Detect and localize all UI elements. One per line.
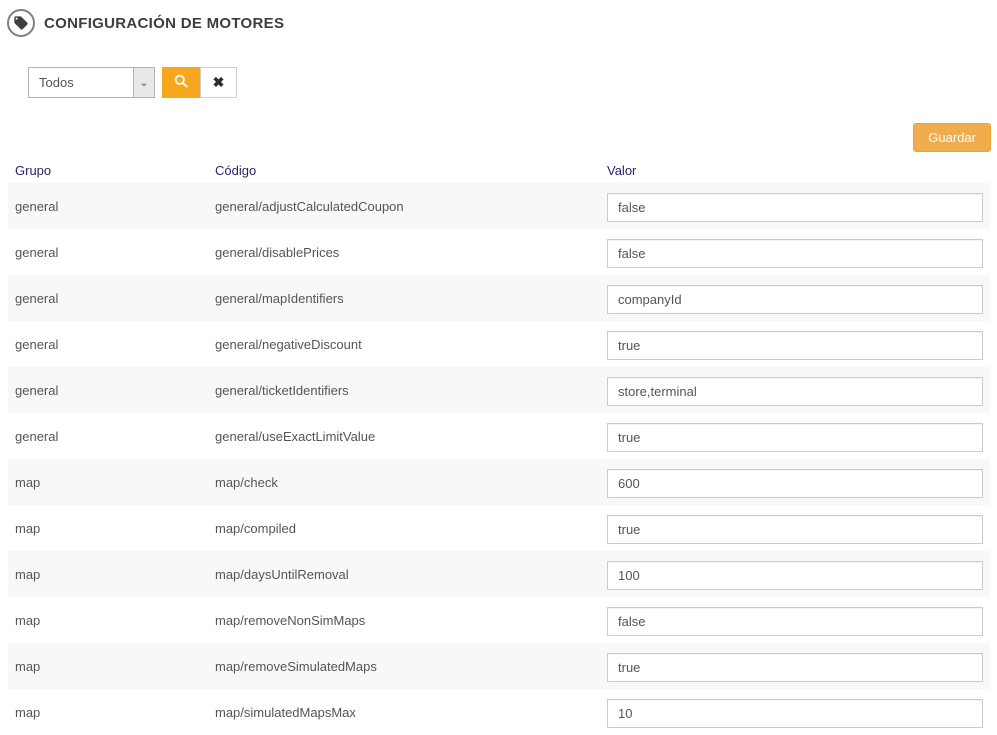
- row-group-label: map: [8, 659, 215, 674]
- column-header-valor: Valor: [607, 163, 990, 178]
- row-code-label: map/removeNonSimMaps: [215, 613, 607, 628]
- search-button[interactable]: [162, 67, 200, 98]
- row-value-cell: [607, 420, 990, 452]
- column-header-grupo: Grupo: [8, 163, 215, 178]
- row-value-cell: [607, 236, 990, 268]
- row-code-label: map/removeSimulatedMaps: [215, 659, 607, 674]
- row-group-label: general: [8, 245, 215, 260]
- value-input[interactable]: [607, 285, 983, 314]
- row-value-cell: [607, 558, 990, 590]
- row-value-cell: [607, 466, 990, 498]
- value-input[interactable]: [607, 469, 983, 498]
- table-body: general general/adjustCalculatedCoupon g…: [8, 183, 990, 735]
- filter-toolbar: Todos ⌄ ✖: [28, 67, 997, 98]
- row-value-cell: [607, 282, 990, 314]
- table-row: map map/removeNonSimMaps: [8, 597, 990, 643]
- value-input[interactable]: [607, 193, 983, 222]
- row-value-cell: [607, 604, 990, 636]
- table-row: map map/removeSimulatedMaps: [8, 643, 990, 689]
- row-group-label: general: [8, 291, 215, 306]
- table-row: map map/simulatedMapsMax: [8, 689, 990, 735]
- row-value-cell: [607, 328, 990, 360]
- row-group-label: map: [8, 705, 215, 720]
- group-filter-selected-value: Todos: [29, 68, 133, 97]
- row-group-label: general: [8, 337, 215, 352]
- table-row: general general/ticketIdentifiers: [8, 367, 990, 413]
- value-input[interactable]: [607, 607, 983, 636]
- search-icon: [173, 73, 189, 92]
- value-input[interactable]: [607, 561, 983, 590]
- row-code-label: general/mapIdentifiers: [215, 291, 607, 306]
- row-code-label: map/daysUntilRemoval: [215, 567, 607, 582]
- tag-icon: [7, 9, 35, 37]
- row-code-label: general/ticketIdentifiers: [215, 383, 607, 398]
- row-value-cell: [607, 696, 990, 728]
- value-input[interactable]: [607, 515, 983, 544]
- close-icon: ✖: [213, 74, 225, 91]
- config-table: Grupo Código Valor general general/adjus…: [8, 157, 990, 735]
- row-value-cell: [607, 374, 990, 406]
- save-button[interactable]: Guardar: [913, 123, 991, 152]
- row-value-cell: [607, 512, 990, 544]
- row-group-label: map: [8, 613, 215, 628]
- table-row: general general/useExactLimitValue: [8, 413, 990, 459]
- value-input[interactable]: [607, 331, 983, 360]
- value-input[interactable]: [607, 699, 983, 728]
- value-input[interactable]: [607, 423, 983, 452]
- table-row: general general/mapIdentifiers: [8, 275, 990, 321]
- row-group-label: general: [8, 199, 215, 214]
- table-row: map map/check: [8, 459, 990, 505]
- row-code-label: map/compiled: [215, 521, 607, 536]
- row-group-label: general: [8, 429, 215, 444]
- row-code-label: map/check: [215, 475, 607, 490]
- column-header-codigo: Código: [215, 163, 607, 178]
- table-header: Grupo Código Valor: [8, 157, 990, 183]
- row-code-label: general/adjustCalculatedCoupon: [215, 199, 607, 214]
- row-code-label: general/negativeDiscount: [215, 337, 607, 352]
- row-code-label: general/disablePrices: [215, 245, 607, 260]
- chevron-down-icon: ⌄: [133, 68, 154, 97]
- clear-filter-button[interactable]: ✖: [200, 67, 237, 98]
- table-row: general general/negativeDiscount: [8, 321, 990, 367]
- page-header: CONFIGURACIÓN DE MOTORES: [0, 0, 997, 38]
- row-value-cell: [607, 650, 990, 682]
- row-code-label: general/useExactLimitValue: [215, 429, 607, 444]
- group-filter-select[interactable]: Todos ⌄: [28, 67, 155, 98]
- row-value-cell: [607, 190, 990, 222]
- value-input[interactable]: [607, 239, 983, 268]
- row-group-label: map: [8, 567, 215, 582]
- table-row: map map/compiled: [8, 505, 990, 551]
- table-row: general general/disablePrices: [8, 229, 990, 275]
- row-group-label: general: [8, 383, 215, 398]
- table-row: general general/adjustCalculatedCoupon: [8, 183, 990, 229]
- table-row: map map/daysUntilRemoval: [8, 551, 990, 597]
- value-input[interactable]: [607, 653, 983, 682]
- row-code-label: map/simulatedMapsMax: [215, 705, 607, 720]
- row-group-label: map: [8, 521, 215, 536]
- value-input[interactable]: [607, 377, 983, 406]
- row-group-label: map: [8, 475, 215, 490]
- page-title: CONFIGURACIÓN DE MOTORES: [44, 15, 284, 32]
- save-row: Guardar: [0, 123, 991, 152]
